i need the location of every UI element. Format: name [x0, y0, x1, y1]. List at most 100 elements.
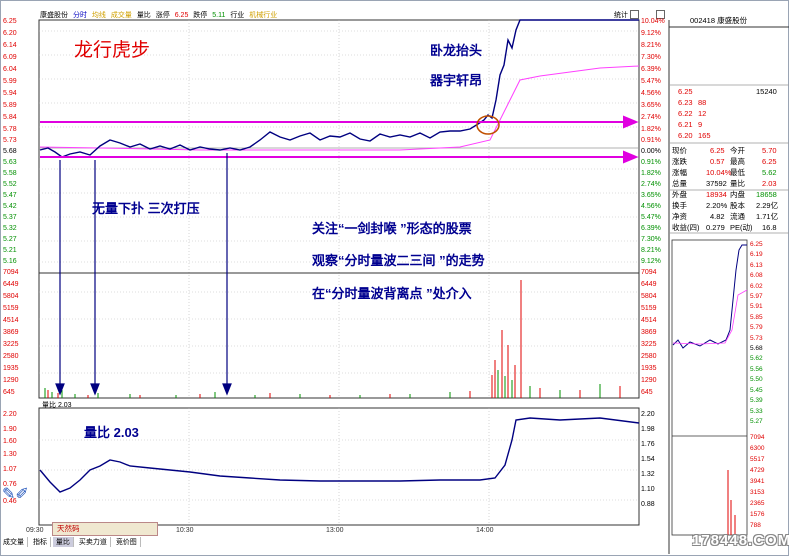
- quote-key: 换手: [672, 201, 687, 210]
- quote-row: 现价 6.25 今开 5.70: [672, 145, 782, 156]
- orderbook-price: 6.20: [678, 131, 693, 140]
- quote-value: 0.57: [710, 157, 725, 166]
- volume-label: 6449: [641, 281, 657, 288]
- quote-value: 18658: [756, 190, 777, 199]
- quote-row: 净资 4.82 流通 1.71亿: [672, 211, 782, 222]
- ratio-label: 1.30: [3, 451, 17, 458]
- price-label: 5.37: [3, 214, 17, 221]
- quote-key: 外盘: [672, 190, 687, 199]
- mini-price-label: 6.19: [750, 251, 763, 259]
- quote-key: 现价: [672, 146, 687, 155]
- mini-price-label: 5.97: [750, 293, 763, 301]
- quote-value: 18934: [706, 190, 727, 199]
- orderbook-price: 6.22: [678, 109, 693, 118]
- price-label: 5.21: [3, 247, 17, 254]
- mini-price-label: 5.68: [750, 345, 763, 353]
- ratio-label: 1.32: [641, 471, 655, 478]
- tab-auction[interactable]: 竞价图: [113, 537, 141, 547]
- ratio-label: 0.88: [641, 501, 655, 508]
- pct-label: 5.47%: [641, 214, 661, 221]
- volume-label: 7094: [3, 269, 19, 276]
- quote-key: 最低: [730, 168, 745, 177]
- stock-code-title: 002418 康盛股份: [690, 16, 748, 25]
- time-label: 13:00: [326, 527, 344, 534]
- volume-label: 5804: [3, 293, 19, 300]
- toolbar-logo[interactable]: 天然码: [52, 522, 158, 536]
- price-label: 6.09: [3, 54, 17, 61]
- quote-value: 5.70: [762, 146, 777, 155]
- mini-price-label: 6.13: [750, 261, 763, 269]
- mini-price-axis: 6.25 6.19 6.13 6.08 6.02 5.97 5.91 5.85 …: [750, 240, 786, 427]
- time-label: 10:30: [176, 527, 194, 534]
- orderbook-vol: 15240: [756, 87, 777, 96]
- quote-value: 6.25: [762, 157, 777, 166]
- price-label: 5.94: [3, 90, 17, 97]
- orderbook-row: 6.22 12: [672, 108, 782, 119]
- quote-value: 16.8: [762, 223, 777, 232]
- price-label: 5.58: [3, 170, 17, 177]
- ratio-label: 1.76: [641, 441, 655, 448]
- mini-price-label: 5.56: [750, 365, 763, 373]
- orderbook-row: 6.21 9: [672, 119, 782, 130]
- quote-value: 2.29亿: [756, 201, 779, 210]
- tab-indicator[interactable]: 指标: [30, 537, 51, 547]
- ratio-label: 1.60: [3, 438, 17, 445]
- time-label: 09:30: [26, 527, 44, 534]
- tab-ratio-bottom[interactable]: 量比: [52, 537, 74, 547]
- watermark-logo: 178448.COM: [692, 532, 789, 549]
- mini-price-label: 6.08: [750, 272, 763, 280]
- quote-value: 37592: [706, 179, 727, 188]
- volume-label: 645: [3, 389, 15, 396]
- price-label: 5.89: [3, 102, 17, 109]
- support-arrows: [40, 115, 639, 164]
- volume-label: 645: [641, 389, 653, 396]
- ratio-label: 1.07: [3, 466, 17, 473]
- pct-label: 3.65%: [641, 102, 661, 109]
- quote-key: 涨幅: [672, 168, 687, 177]
- quote-key: 今开: [730, 146, 745, 155]
- pct-label: 4.56%: [641, 90, 661, 97]
- quote-row: 收益(四) 0.279 PE(动) 16.8: [672, 222, 782, 233]
- annotation-focus1: 关注“一剑封喉 ”形态的股票: [312, 221, 472, 236]
- tab-buysell[interactable]: 买卖力道: [76, 537, 111, 547]
- ratio-label: 2.20: [641, 411, 655, 418]
- pct-label: 9.12%: [641, 258, 661, 265]
- annotation-title: 龙行虎步: [74, 39, 151, 61]
- mini-price-label: 5.91: [750, 303, 763, 311]
- orderbook-price: 6.23: [678, 98, 693, 107]
- pct-label: 2.74%: [641, 114, 661, 121]
- quote-key: PE(动): [730, 223, 753, 232]
- price-label: 5.63: [3, 159, 17, 166]
- pct-label: 0.00%: [641, 148, 661, 155]
- pct-label: 5.47%: [641, 78, 661, 85]
- mini-volume-label: 4729: [750, 467, 765, 474]
- pct-label: 4.56%: [641, 203, 661, 210]
- mini-volume-label: 1576: [750, 511, 765, 518]
- quote-key: 流通: [730, 212, 745, 221]
- annotation-wolong2: 器宇轩昂: [430, 73, 483, 88]
- price-label: 5.27: [3, 236, 17, 243]
- orderbook-row: 6.20 165: [672, 130, 782, 141]
- volume-label: 3225: [3, 341, 19, 348]
- orderbook-vol: 12: [698, 109, 707, 118]
- price-label: 5.99: [3, 78, 17, 85]
- orderbook-vol: 165: [698, 131, 711, 140]
- orderbook-price: 6.21: [678, 120, 693, 129]
- price-label: 5.78: [3, 126, 17, 133]
- price-label: 5.16: [3, 258, 17, 265]
- orderbook-price: 6.25: [678, 87, 693, 96]
- pct-label: 7.30%: [641, 54, 661, 61]
- pct-label: 7.30%: [641, 236, 661, 243]
- mini-volume-label: 2365: [750, 500, 765, 507]
- tool-wrench-icon[interactable]: ✎✐: [2, 486, 38, 504]
- mini-volume-label: 6300: [750, 445, 765, 452]
- ratio-label: 1.10: [641, 486, 655, 493]
- tab-volume-bottom[interactable]: 成交量: [0, 537, 28, 547]
- pct-label: 9.12%: [641, 30, 661, 37]
- quote-key: 量比: [730, 179, 745, 188]
- quote-key: 收益(四): [672, 223, 700, 232]
- quote-row: 外盘 18934 内盘 18658: [672, 189, 782, 200]
- mini-price-label: 5.73: [750, 334, 763, 342]
- ratio-label: 1.98: [641, 426, 655, 433]
- mini-price-label: 5.33: [750, 407, 763, 415]
